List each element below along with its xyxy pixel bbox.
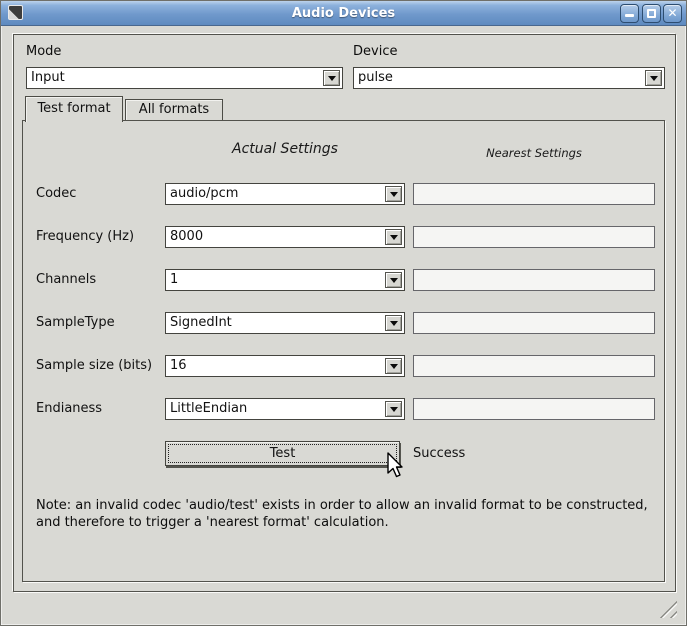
mode-value: Input	[31, 68, 65, 88]
frequency-label: Frequency (Hz)	[36, 226, 134, 248]
channels-nearest-field	[413, 269, 655, 291]
samplesize-label: Sample size (bits)	[36, 355, 152, 377]
endianess-nearest-field	[413, 398, 655, 420]
samplesize-value: 16	[170, 356, 187, 376]
chevron-down-icon[interactable]	[323, 70, 340, 86]
endianess-select[interactable]: LittleEndian	[165, 398, 405, 420]
chevron-down-icon[interactable]	[385, 229, 402, 245]
sampletype-nearest-field	[413, 312, 655, 334]
endianess-label: Endianess	[36, 398, 102, 420]
test-button[interactable]: Test	[165, 441, 400, 466]
frequency-value: 8000	[170, 227, 203, 247]
focus-rect	[168, 444, 397, 463]
endianess-value: LittleEndian	[170, 399, 247, 419]
mode-label: Mode	[26, 44, 61, 59]
frequency-nearest-field	[413, 226, 655, 248]
channels-value: 1	[170, 270, 178, 290]
actual-settings-header: Actual Settings	[165, 141, 405, 157]
titlebar[interactable]: Audio Devices ✕	[1, 1, 686, 26]
note-line-2: and therefore to trigger a 'nearest form…	[36, 514, 664, 531]
device-select[interactable]: pulse	[353, 67, 665, 89]
device-value: pulse	[358, 68, 393, 88]
nearest-settings-header: Nearest Settings	[413, 146, 655, 160]
chevron-down-icon[interactable]	[385, 401, 402, 417]
close-icon: ✕	[664, 5, 681, 22]
channels-label: Channels	[36, 269, 96, 291]
audio-devices-window: Audio Devices ✕ Mode Device Input pulse …	[0, 0, 687, 626]
mouse-cursor	[385, 452, 405, 480]
sampletype-label: SampleType	[36, 312, 115, 334]
codec-nearest-field	[413, 183, 655, 205]
note-text: Note: an invalid codec 'audio/test' exis…	[36, 497, 664, 531]
note-line-1: Note: an invalid codec 'audio/test' exis…	[36, 497, 664, 514]
codec-select[interactable]: audio/pcm	[165, 183, 405, 205]
chevron-down-icon[interactable]	[385, 315, 402, 331]
window-title: Audio Devices	[1, 1, 686, 26]
minimize-button[interactable]	[620, 4, 639, 23]
frequency-select[interactable]: 8000	[165, 226, 405, 248]
samplesize-select[interactable]: 16	[165, 355, 405, 377]
sampletype-value: SignedInt	[170, 313, 232, 333]
codec-label: Codec	[36, 183, 76, 205]
status-text: Success	[413, 441, 465, 466]
tab-all-formats[interactable]: All formats	[125, 99, 223, 120]
chevron-down-icon[interactable]	[385, 186, 402, 202]
mode-select[interactable]: Input	[26, 67, 343, 89]
device-label: Device	[353, 44, 397, 59]
maximize-icon	[647, 9, 656, 18]
channels-select[interactable]: 1	[165, 269, 405, 291]
close-button[interactable]: ✕	[663, 4, 682, 23]
chevron-down-icon[interactable]	[385, 272, 402, 288]
codec-value: audio/pcm	[170, 184, 238, 204]
content-frame: Mode Device Input pulse Test format All …	[13, 34, 676, 592]
resize-grip-icon[interactable]	[655, 600, 677, 618]
test-format-pane: Actual Settings Nearest Settings Codec a…	[22, 120, 665, 582]
chevron-down-icon[interactable]	[385, 358, 402, 374]
tab-test-format[interactable]: Test format	[25, 96, 123, 122]
chevron-down-icon[interactable]	[645, 70, 662, 86]
minimize-icon	[625, 14, 634, 17]
maximize-button[interactable]	[642, 4, 661, 23]
sampletype-select[interactable]: SignedInt	[165, 312, 405, 334]
samplesize-nearest-field	[413, 355, 655, 377]
